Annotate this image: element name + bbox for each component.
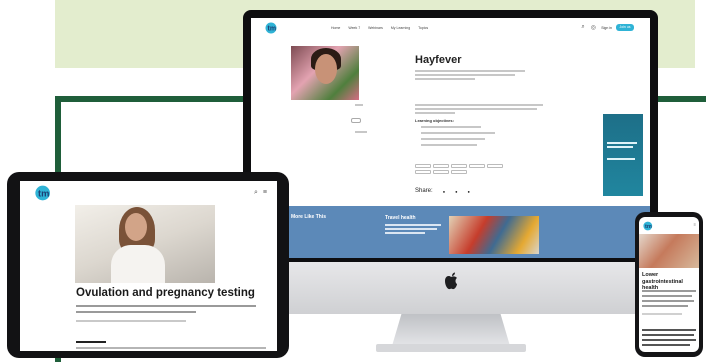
summary-line <box>76 305 256 307</box>
bookmark-label[interactable] <box>355 131 367 133</box>
objective-item <box>421 132 495 134</box>
svg-text:tm: tm <box>645 224 652 230</box>
topic-tag[interactable] <box>415 164 431 168</box>
objective-item <box>421 138 485 140</box>
share-row: Share: ● ● ● <box>415 188 470 194</box>
topic-tag[interactable] <box>451 170 467 174</box>
hero-face-shape <box>315 54 337 84</box>
sidebar-label <box>355 104 363 106</box>
topic-tag[interactable] <box>415 170 431 174</box>
tablet-nav-icons: ⌕ ≡ <box>254 189 267 197</box>
topic-tag[interactable] <box>433 170 449 174</box>
linkedin-icon[interactable]: ● <box>468 189 470 194</box>
advert-line <box>607 142 637 144</box>
advert-banner[interactable] <box>603 114 643 196</box>
desktop-nav-icons: ⌕ ◎ <box>581 24 596 31</box>
hayfever-hero-image <box>291 46 359 100</box>
body-text-line <box>642 334 694 336</box>
article-title: Hayfever <box>415 54 462 66</box>
objective-item <box>421 144 477 146</box>
summary-line <box>642 300 694 302</box>
summary-line <box>415 74 515 76</box>
topic-tag[interactable] <box>487 164 503 168</box>
nav-item-topics[interactable]: Topics <box>418 26 428 30</box>
nav-item-my-learning[interactable]: My Learning <box>391 26 410 30</box>
related-card-line <box>385 224 441 226</box>
related-card-title[interactable]: Travel health <box>385 215 416 221</box>
body-text-line <box>642 344 690 346</box>
advert-line <box>607 146 633 148</box>
article-meta <box>76 320 186 322</box>
monitor-stand <box>392 314 510 346</box>
learning-objectives-heading: Learning objectives: <box>415 118 454 123</box>
svg-text:tm: tm <box>38 188 49 198</box>
related-card-line <box>385 228 437 230</box>
topic-tag[interactable] <box>433 164 449 168</box>
article-meta <box>642 313 682 315</box>
nav-item-week[interactable]: Week 7 <box>348 26 360 30</box>
nav-item-home[interactable]: Home <box>331 26 340 30</box>
hero-face-shape <box>125 213 147 241</box>
desktop-screen: tm Home Week 7 Webinars My Learning Topi… <box>251 18 650 258</box>
facebook-icon[interactable]: ● <box>443 189 445 194</box>
summary-line <box>415 70 525 72</box>
tm-logo-icon[interactable]: tm <box>643 221 659 231</box>
phone-device: tm ≡ Lower gastrointestinal health <box>635 212 703 357</box>
related-card-line <box>385 232 425 234</box>
apple-logo-icon <box>445 272 457 290</box>
topic-tags <box>415 164 515 174</box>
phone-screen: tm ≡ Lower gastrointestinal health <box>639 217 699 352</box>
intro-line <box>415 112 455 114</box>
related-card-image[interactable] <box>449 216 539 254</box>
summary-line <box>642 295 692 297</box>
article-title: Ovulation and pregnancy testing <box>76 287 255 299</box>
body-text-line <box>642 329 696 331</box>
objective-item <box>421 126 481 128</box>
desktop-nav-bar: tm Home Week 7 Webinars My Learning Topi… <box>251 18 650 38</box>
svg-text:tm: tm <box>268 26 277 33</box>
advert-line <box>607 158 635 160</box>
hero-body-shape <box>111 245 165 283</box>
tm-logo-icon[interactable]: tm <box>34 185 62 201</box>
join-button[interactable]: Join us <box>616 24 634 31</box>
nav-item-webinars[interactable]: Webinars <box>368 26 383 30</box>
menu-icon[interactable]: ≡ <box>694 222 696 227</box>
section-divider <box>76 341 106 343</box>
tm-logo-icon[interactable]: tm <box>265 22 285 34</box>
summary-line <box>76 311 196 313</box>
tablet-device: tm ⌕ ≡ Ovulation and pregnancy testing <box>7 172 289 358</box>
tablet-screen: tm ⌕ ≡ Ovulation and pregnancy testing <box>20 181 277 351</box>
monitor-base <box>376 344 526 352</box>
summary-line <box>415 78 475 80</box>
summary-line <box>642 305 688 307</box>
topic-tag[interactable] <box>451 164 467 168</box>
topic-tag[interactable] <box>469 164 485 168</box>
desktop-nav-links: Home Week 7 Webinars My Learning Topics <box>331 26 428 30</box>
body-text-line <box>76 347 266 349</box>
sign-in-link[interactable]: Sign in <box>601 26 612 30</box>
related-heading: More Like This <box>291 214 327 220</box>
share-label: Share: <box>415 188 433 194</box>
intro-line <box>415 104 543 106</box>
body-text-line <box>642 339 696 341</box>
twitter-icon[interactable]: ● <box>455 189 457 194</box>
ovulation-hero-image <box>75 205 215 283</box>
intro-line <box>415 108 537 110</box>
user-icon[interactable]: ◎ <box>591 24 596 31</box>
device-mockup-stage: tm Home Week 7 Webinars My Learning Topi… <box>0 0 706 362</box>
search-icon[interactable]: ⌕ <box>581 24 584 31</box>
desktop-monitor: tm Home Week 7 Webinars My Learning Topi… <box>243 10 658 268</box>
article-title: Lower gastrointestinal health <box>642 272 683 291</box>
search-icon[interactable]: ⌕ <box>254 189 258 197</box>
action-button[interactable] <box>351 118 361 123</box>
gastro-hero-image <box>639 234 699 268</box>
summary-line <box>642 290 696 292</box>
menu-icon[interactable]: ≡ <box>263 189 267 197</box>
